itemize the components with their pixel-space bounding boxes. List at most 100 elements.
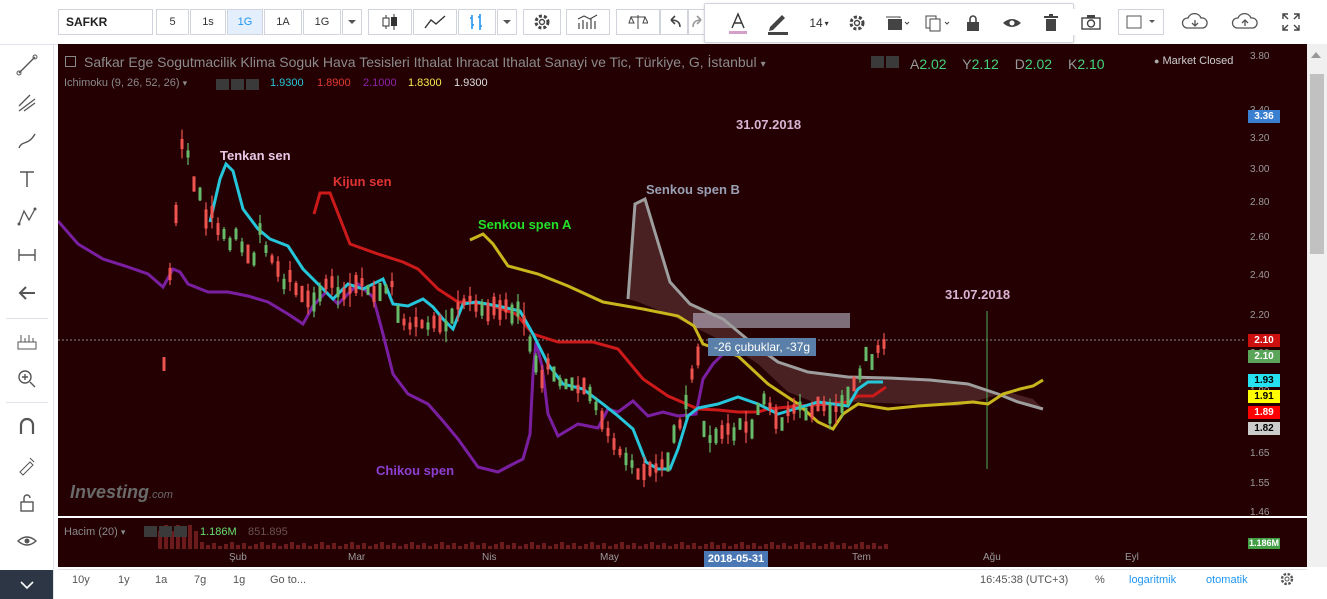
unlock-icon[interactable] [10,488,44,518]
price-chart[interactable]: Safkar Ege Sogutmacilik Klima Soguk Hava… [58,44,1307,516]
symbol-search-input[interactable]: SAFKR [58,9,153,35]
area-chart-icon [424,15,446,29]
style-dropdown-button[interactable] [497,9,517,35]
undo-button[interactable] [660,9,688,35]
fullscreen-button[interactable] [1276,9,1306,35]
range-button-1y[interactable]: 1y [118,574,130,586]
kijun-label[interactable]: Kijun sen [333,174,392,189]
candle [780,417,784,431]
settings-button[interactable] [523,9,561,35]
indicator-actions[interactable] [216,79,262,90]
chikou-label[interactable]: Chikou spen [376,463,454,478]
range-button-1g[interactable]: 1g [233,574,245,586]
volume-pane[interactable]: Hacim (20) ▾ 1.186M 851.895 1.186M [58,518,1307,549]
line-color-button[interactable] [763,8,793,38]
collapse-legend-icon[interactable] [65,56,76,67]
price-label: 1.89 [1248,406,1280,419]
layout-select[interactable] [1118,9,1164,35]
visibility-menu-button[interactable] [879,8,915,38]
delete-button[interactable] [1039,8,1063,38]
senkou-b-label[interactable]: Senkou spen B [646,182,740,197]
pattern-icon[interactable] [10,202,44,232]
indicators-button[interactable] [566,9,610,35]
candle [612,432,616,456]
candle [198,186,202,202]
interval-button-3[interactable]: 1A [264,9,302,35]
scroll-thumb[interactable] [1310,74,1324,254]
text-color-button[interactable] [723,8,753,38]
measure-icon[interactable] [10,240,44,270]
undo-icon [670,15,681,28]
date-annotation-right[interactable]: 31.07.2018 [945,287,1010,302]
compare-button[interactable] [616,9,660,35]
left-drawing-toolbar [0,0,54,599]
candle [414,307,418,337]
interval-button-2[interactable]: 1G [227,9,263,35]
percent-toggle[interactable]: % [1095,574,1105,586]
chevron-down-icon [348,20,356,24]
log-scale-toggle[interactable]: logaritmik [1129,574,1176,586]
interval-button-0[interactable]: 5 [156,9,189,35]
volume-bar [770,542,774,549]
eye-icon [1003,19,1021,27]
candle [276,256,280,282]
interval-button-4[interactable]: 1G [303,9,341,35]
ruler-icon[interactable] [10,326,44,356]
clone-button[interactable] [919,8,955,38]
lock-button[interactable] [961,8,985,38]
candle-style-button[interactable] [368,9,412,35]
magnet-icon[interactable] [10,412,44,442]
indicator-name[interactable]: Ichimoku (9, 26, 52, 26) ▾ [64,77,187,89]
interval-button-1[interactable]: 1s [190,9,226,35]
volume-title[interactable]: Hacim (20) ▾ [64,526,125,538]
tenkan-label[interactable]: Tenkan sen [220,148,291,163]
interval-dropdown-button[interactable] [342,9,362,35]
time-tick: Eyl [1125,552,1139,563]
back-arrow-icon[interactable] [10,278,44,308]
volume-bar [740,542,744,549]
hide-button[interactable] [999,8,1025,38]
indicator-style-button[interactable] [458,9,496,35]
eye-icon[interactable] [10,526,44,556]
clone-icon [925,15,950,32]
legend-actions[interactable] [871,56,903,68]
snapshot-button[interactable] [1072,9,1110,35]
save-chart-button[interactable] [1222,9,1268,35]
price-label: 2.10 [1248,334,1280,347]
candle [600,408,604,432]
chart-canvas[interactable] [58,44,1307,516]
trend-line-icon[interactable] [10,50,44,80]
load-chart-button[interactable] [1172,9,1218,35]
range-button-1a[interactable]: 1a [155,574,167,586]
volume-bar [620,542,624,549]
scale-settings-button[interactable] [1280,572,1294,586]
auto-scale-toggle[interactable]: otomatik [1206,574,1248,586]
date-annotation-top[interactable]: 31.07.2018 [736,117,801,132]
line-style-button[interactable] [413,9,457,35]
collapse-toolbar-button[interactable] [0,570,53,599]
candle [738,417,742,431]
senkou-a-label[interactable]: Senkou spen A [478,217,571,232]
candles [162,129,886,488]
zoom-in-icon[interactable] [10,364,44,394]
text-tool-icon[interactable] [10,164,44,194]
candle [168,262,172,286]
time-axis[interactable]: Şub Mar Nis May Tem Ağu Eyl 2018-05-31 [58,549,1307,567]
brush-icon[interactable] [10,126,44,156]
font-size-select[interactable]: 14 ▾ [801,8,837,38]
candle [294,280,298,298]
candle [186,143,190,165]
range-button-7g[interactable]: 7g [194,574,206,586]
volume-actions[interactable] [144,526,190,537]
goto-date-button[interactable]: Go to... [270,574,306,586]
candle [768,396,772,416]
vertical-scrollbar[interactable] [1307,44,1327,567]
range-button-10y[interactable]: 10y [72,574,90,586]
drawing-settings-button[interactable] [843,8,871,38]
candle [630,454,634,474]
pitchfork-icon[interactable] [10,88,44,118]
indicators-icon [577,14,598,29]
chevron-down-icon[interactable]: ▾ [761,59,766,70]
lock-drawing-icon[interactable] [10,450,44,480]
scroll-up-icon[interactable] [1311,52,1321,58]
